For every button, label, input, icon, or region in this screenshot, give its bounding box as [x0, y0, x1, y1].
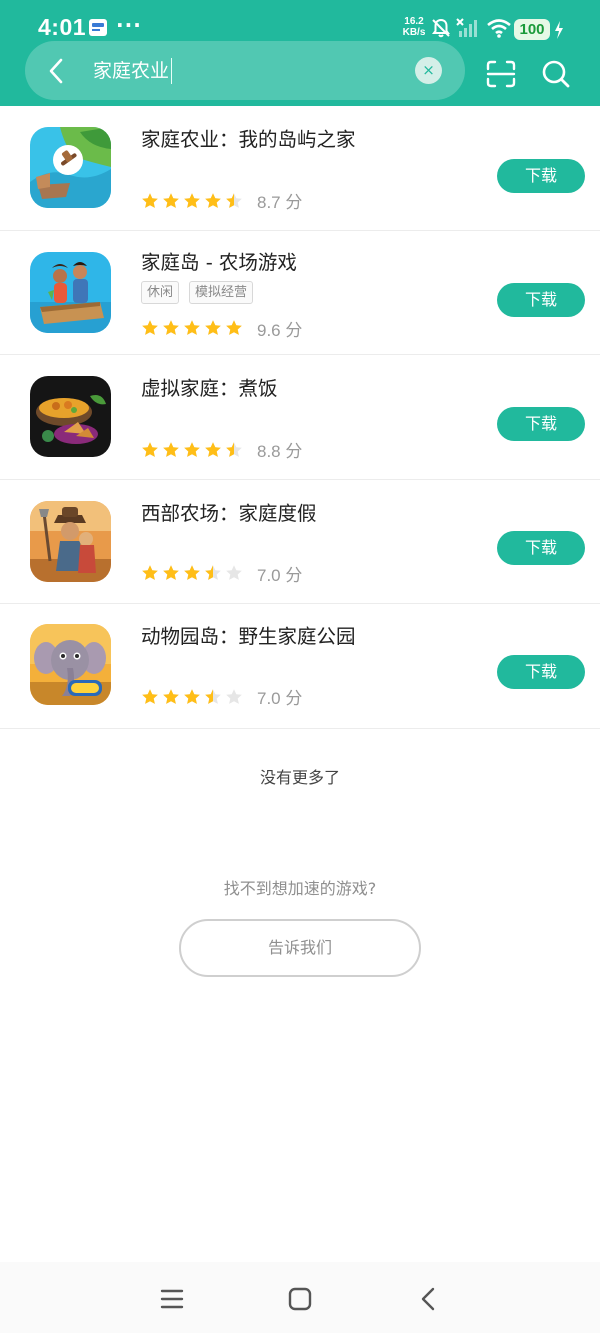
star-half-icon: [205, 688, 221, 704]
star-full-icon: [142, 565, 158, 580]
app-icon[interactable]: [30, 376, 111, 457]
app-icon[interactable]: [30, 500, 111, 582]
star-rating: [141, 192, 243, 210]
star-half-icon: [226, 441, 242, 457]
search-bar: [25, 41, 465, 100]
star-full-icon: [184, 565, 200, 580]
star-full-icon: [142, 688, 158, 704]
score-text: 7.0 分: [257, 689, 303, 708]
star-half-icon: [226, 192, 242, 208]
star-full-icon: [163, 192, 179, 208]
tag-list: 休闲 模拟经营: [141, 280, 254, 304]
list-item[interactable]: 西部农场：家庭度假 7.0 分 下载: [0, 480, 600, 604]
star-full-icon: [184, 441, 200, 457]
list-item[interactable]: 虚拟家庭：煮饭 8.8 分 下载: [0, 355, 600, 480]
tell-us-button[interactable]: 告诉我们: [179, 919, 421, 977]
star-rating: [141, 688, 243, 706]
app-name[interactable]: 家庭岛 - 农场游戏: [141, 250, 297, 276]
star-full-icon: [205, 192, 221, 208]
cant-find-text: 找不到想加速的游戏?: [223, 879, 377, 898]
clear-search-icon[interactable]: ×: [415, 57, 442, 84]
download-button[interactable]: 下载: [497, 282, 585, 317]
star-full-icon: [205, 320, 221, 335]
rating: 9.6 分: [141, 316, 302, 341]
download-button[interactable]: 下载: [497, 407, 585, 441]
menu-icon[interactable]: [158, 1285, 186, 1313]
star-half-icon: [205, 565, 221, 580]
star-full-icon: [184, 320, 200, 335]
list-item[interactable]: 家庭岛 - 农场游戏 休闲 模拟经营 9.6 分 下载: [0, 231, 600, 355]
signal-icon: [456, 18, 477, 37]
star-full-icon: [184, 688, 200, 704]
app-name[interactable]: 虚拟家庭：煮饭: [141, 376, 278, 402]
score-text: 8.7 分: [257, 193, 303, 212]
tag: 模拟经营: [189, 280, 254, 304]
star-full-icon: [205, 441, 221, 457]
star-full-icon: [226, 320, 242, 335]
list-item[interactable]: 动物园岛：野生家庭公园 7.0 分 下载: [0, 604, 600, 729]
download-button[interactable]: 下载: [497, 655, 585, 689]
app-name[interactable]: 动物园岛：野生家庭公园: [141, 624, 356, 650]
app-icon[interactable]: [30, 624, 111, 705]
score-text: 7.0 分: [257, 565, 303, 585]
star-rating: [141, 441, 243, 459]
app-name[interactable]: 西部农场：家庭度假: [141, 501, 317, 527]
more-notifications-indicator: ···: [116, 13, 142, 37]
app-icon[interactable]: [30, 127, 111, 208]
battery-icon: 100: [514, 19, 550, 40]
tag: 休闲: [141, 280, 180, 304]
search-icon[interactable]: [541, 59, 571, 89]
star-empty-icon: [226, 565, 242, 580]
star-empty-icon: [226, 688, 242, 704]
home-icon[interactable]: [286, 1285, 314, 1313]
search-input[interactable]: 家庭农业: [93, 58, 173, 84]
score-text: 9.6 分: [257, 320, 303, 340]
star-full-icon: [163, 565, 179, 580]
app-icon[interactable]: [30, 251, 111, 333]
star-rating: [141, 564, 243, 582]
star-full-icon: [163, 688, 179, 704]
scan-icon[interactable]: [486, 60, 516, 88]
rating: 7.0 分: [141, 561, 302, 586]
rating: 8.7 分: [141, 188, 302, 213]
charging-icon: [555, 21, 563, 39]
star-full-icon: [142, 320, 158, 335]
download-button[interactable]: 下载: [497, 530, 585, 565]
wifi-icon: [487, 19, 511, 38]
nav-back-icon[interactable]: [415, 1285, 443, 1313]
network-speed-value: 16.2: [404, 16, 424, 27]
results-list: 家庭农业：我的岛屿之家 8.7 分 下载 家庭岛 - 农场游戏 休闲 模拟经营 …: [0, 106, 600, 729]
mute-icon: [432, 18, 450, 38]
list-item[interactable]: 家庭农业：我的岛屿之家 8.7 分 下载: [0, 106, 600, 231]
network-speed-unit: KB/s: [402, 27, 426, 38]
app-name[interactable]: 家庭农业：我的岛屿之家: [141, 127, 356, 153]
back-icon[interactable]: [44, 55, 68, 87]
no-more-text: 没有更多了: [259, 768, 340, 787]
rating: 7.0 分: [141, 684, 302, 709]
star-full-icon: [142, 441, 158, 457]
star-full-icon: [142, 192, 158, 208]
rating: 8.8 分: [141, 437, 302, 462]
notification-app-icon: [89, 19, 107, 36]
download-button[interactable]: 下载: [497, 159, 585, 193]
star-full-icon: [184, 192, 200, 208]
star-full-icon: [163, 441, 179, 457]
score-text: 8.8 分: [257, 442, 303, 461]
star-full-icon: [163, 320, 179, 335]
status-time: 4:01: [38, 14, 87, 40]
network-speed: 16.2 KB/s: [401, 16, 427, 38]
star-rating: [141, 319, 243, 337]
status-bar: 4:01 ··· 16.2 KB/s 100: [0, 0, 600, 42]
